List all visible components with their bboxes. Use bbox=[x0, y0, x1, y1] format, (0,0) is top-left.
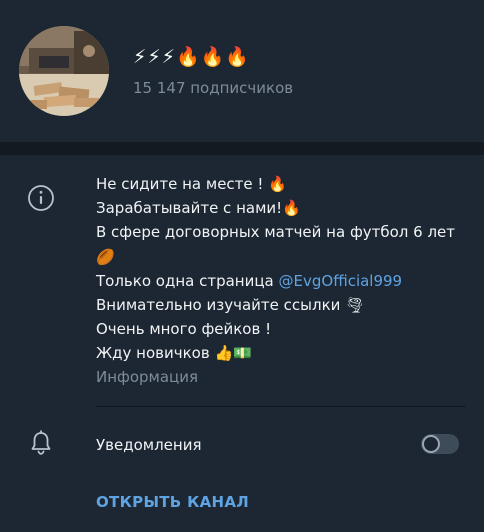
section-divider bbox=[0, 142, 484, 155]
description-line: В сфере договорных матчей на футбол 6 ле… bbox=[96, 223, 456, 242]
description-text: Только одна страница bbox=[96, 271, 279, 290]
open-channel-button[interactable]: ОТКРЫТЬ КАНАЛ bbox=[96, 493, 249, 511]
description-line: 🏉 bbox=[96, 247, 115, 266]
notifications-label: Уведомления bbox=[96, 436, 202, 454]
info-circle-icon bbox=[28, 185, 54, 211]
toggle-knob bbox=[422, 435, 440, 453]
channel-avatar[interactable] bbox=[19, 26, 109, 116]
description-line: Жду новичков 👍💵 bbox=[96, 344, 252, 363]
channel-info-section: Не сидите на месте ! 🔥 Зарабатывайте с н… bbox=[0, 155, 484, 532]
channel-description: Не сидите на месте ! 🔥 Зарабатывайте с н… bbox=[96, 172, 466, 366]
row-divider bbox=[96, 406, 466, 407]
channel-title: ⚡⚡⚡🔥🔥🔥 bbox=[133, 46, 250, 68]
notifications-toggle[interactable] bbox=[421, 434, 459, 454]
avatar-photo bbox=[19, 26, 109, 116]
subscriber-count: 15 147 подписчиков bbox=[133, 79, 294, 97]
info-label: Информация bbox=[96, 368, 199, 386]
description-line: Очень много фейков ! bbox=[96, 320, 272, 339]
username-link[interactable]: @EvgOfficial999 bbox=[279, 272, 403, 290]
description-line-with-link: Только одна страница @EvgOfficial999 bbox=[96, 269, 466, 293]
description-line: Зарабатывайте с нами!🔥 bbox=[96, 199, 301, 218]
description-line: Не сидите на месте ! 🔥 bbox=[96, 175, 287, 193]
channel-header: ⚡⚡⚡🔥🔥🔥 15 147 подписчиков bbox=[0, 0, 484, 142]
bell-icon bbox=[31, 430, 51, 455]
description-line: Внимательно изучайте ссылки 🌪 bbox=[96, 296, 365, 315]
